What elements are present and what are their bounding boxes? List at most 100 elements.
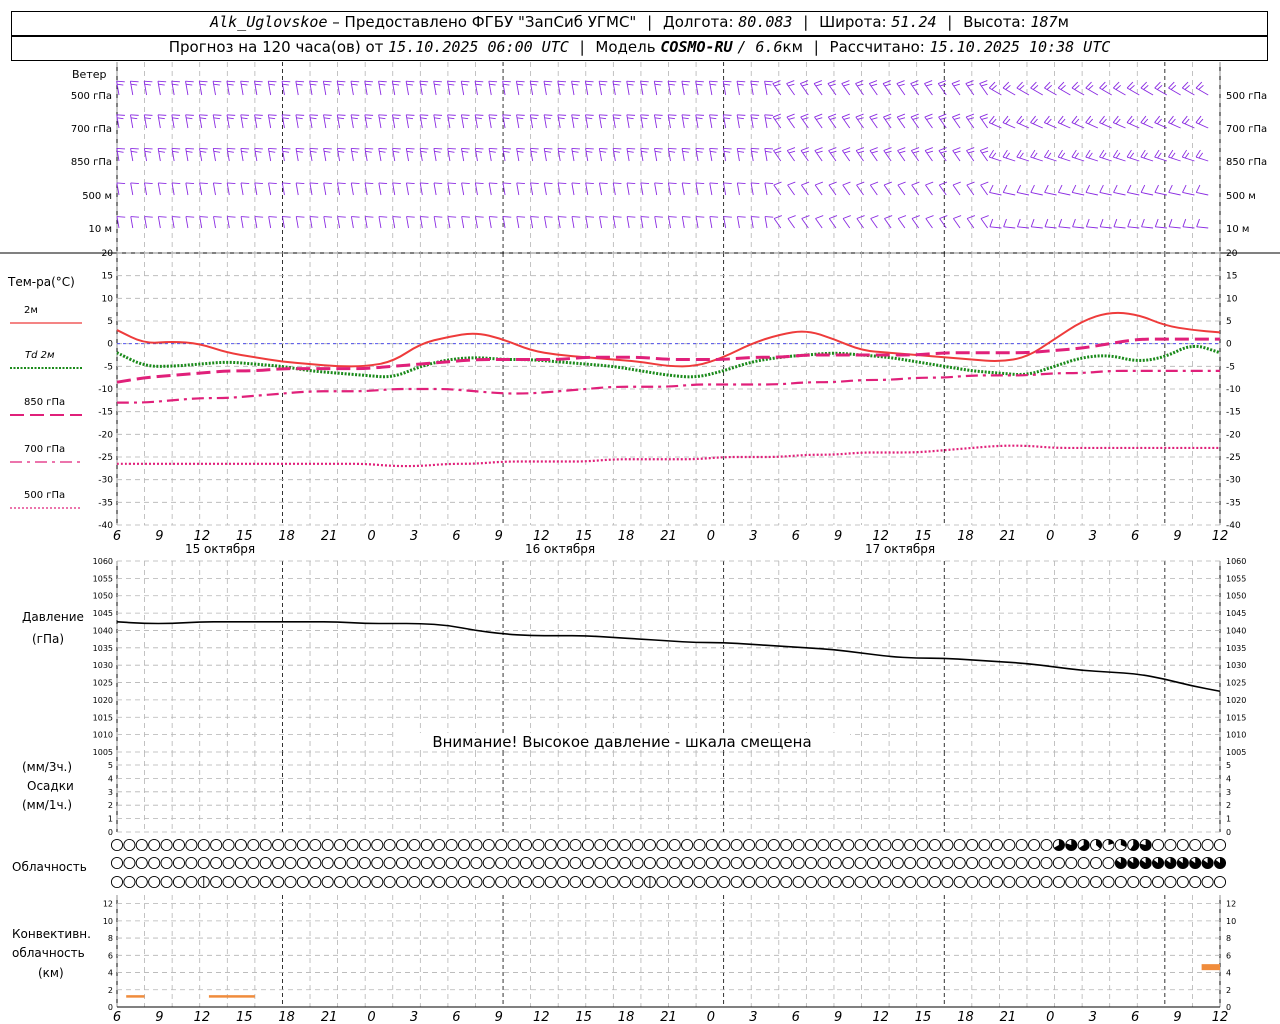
wind-barb-feather (227, 147, 236, 150)
wind-barb-feather (364, 80, 374, 83)
wind-barb (571, 182, 581, 196)
cloud-symbol (978, 856, 991, 870)
wind-barb (1195, 115, 1209, 129)
wind-barb-feather (351, 182, 360, 185)
cloud-symbol (544, 875, 557, 889)
wind-barb-feather (787, 215, 796, 219)
wind-barb (213, 216, 222, 229)
precip-ytick-right: 0 (1226, 828, 1231, 837)
cloud-circle (928, 838, 942, 852)
cloud-symbol (420, 875, 433, 889)
cloud-circle (891, 838, 904, 852)
wind-barb-feather (420, 117, 427, 120)
wind-barb-staff (130, 148, 134, 162)
wind-barb-staff (433, 148, 437, 162)
wind-barb-staff (1113, 192, 1126, 196)
wind-barb (199, 182, 208, 196)
wind-barb (911, 215, 920, 229)
wind-barb-feather (406, 80, 415, 83)
wind-barb-feather (117, 83, 124, 86)
wind-barb (1126, 81, 1140, 96)
wind-barb-feather (337, 147, 346, 150)
cloud-circle (110, 856, 124, 870)
wind-barb (1168, 218, 1181, 229)
wind-barb-staff (1195, 87, 1209, 96)
cloud-symbol (457, 856, 471, 870)
wind-barb-feather (530, 117, 538, 120)
cloud-circle (433, 875, 446, 889)
cloud-circle (569, 838, 582, 852)
wind-barb-staff (130, 114, 134, 129)
wind-barb-staff (322, 81, 327, 96)
wind-barb (212, 147, 222, 162)
time-tick-bottom: 15 (915, 1010, 932, 1024)
cloud-circle (1090, 875, 1103, 889)
cloud-symbol (135, 875, 148, 889)
cloud-circle (247, 838, 260, 852)
wind-barb-staff (461, 182, 465, 196)
wind-barb-staff (1168, 192, 1181, 196)
wind-barb (1016, 184, 1030, 196)
cloud-symbol (1189, 856, 1202, 870)
cloud-symbol (1003, 856, 1016, 870)
wind-barb-feather (764, 216, 774, 218)
wind-barb-feather (557, 147, 567, 150)
wind-barb-feather (530, 83, 538, 86)
wind-barb-feather (378, 80, 387, 83)
wind-barb (966, 215, 976, 229)
cloud-symbol (1090, 838, 1103, 852)
cloud-symbol (296, 875, 309, 889)
wind-barb (254, 114, 263, 129)
cloud-symbol (557, 838, 570, 852)
wind-barb-feather (530, 216, 539, 218)
wind-barb (516, 147, 525, 162)
wind-barb-staff (488, 81, 492, 96)
wind-barb-feather (1195, 184, 1201, 193)
wind-barb-feather (226, 114, 236, 116)
wind-barb-feather (1003, 218, 1007, 227)
wind-barb-feather (502, 80, 511, 83)
wind-barb-staff (1140, 87, 1154, 96)
wind-barb (653, 80, 663, 96)
wind-barb-staff (773, 184, 782, 196)
wind-barb-staff (130, 182, 134, 196)
wind-barb (667, 114, 677, 129)
wind-barb-feather (953, 215, 962, 219)
cloud-symbol (123, 856, 136, 870)
wind-barb-feather (516, 83, 524, 86)
wind-barb-staff (681, 148, 685, 162)
cloud-circle (829, 856, 842, 870)
wind-barb (709, 216, 719, 229)
wind-barb-staff (708, 81, 713, 96)
cloud-symbol (693, 856, 706, 870)
cloud-circle (928, 856, 942, 870)
cloud-circle (284, 838, 297, 852)
time-tick: 9 (155, 529, 163, 544)
wind-barb-feather (337, 150, 345, 153)
cloud-circle (829, 875, 842, 889)
wind-barb (157, 182, 167, 196)
wind-barb (254, 80, 263, 96)
wind-barb-staff (911, 184, 920, 196)
wind-barb-staff (626, 216, 630, 229)
cloud-symbol (284, 856, 297, 870)
cloud-circle (941, 856, 954, 870)
cloud-symbol (358, 875, 371, 889)
cloud-symbol (829, 856, 842, 870)
wind-barb-feather (829, 215, 838, 219)
wind-barb-feather (199, 80, 208, 83)
wind-barb-feather (530, 80, 539, 83)
time-tick: 3 (1089, 529, 1097, 544)
wind-barb-staff (764, 114, 768, 129)
wind-barb-staff (1141, 192, 1154, 196)
cloud-symbol (705, 856, 718, 870)
wind-barb-feather (1005, 118, 1011, 125)
wind-barb (516, 182, 525, 196)
cloud-symbol (817, 838, 830, 852)
cloud-symbol (767, 875, 780, 889)
temp-ytick-right: 15 (1226, 272, 1237, 282)
cloud-symbol (681, 856, 694, 870)
conv-ytick: 8 (108, 934, 113, 943)
cloud-symbol (1040, 838, 1053, 852)
wind-barb (406, 216, 415, 229)
